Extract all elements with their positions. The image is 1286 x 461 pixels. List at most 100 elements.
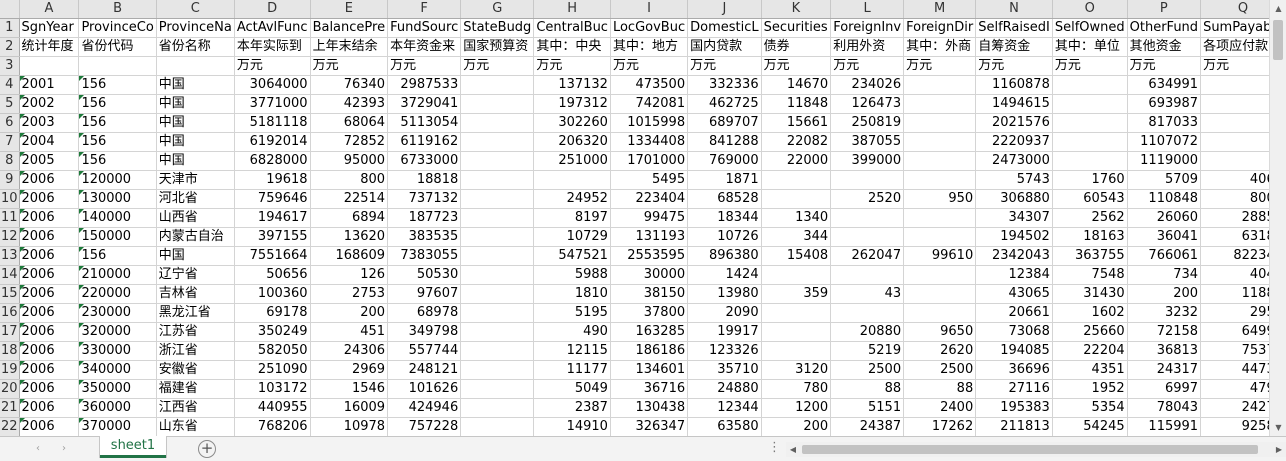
cell-p21[interactable]: 78043 <box>1127 398 1202 418</box>
cell-m13[interactable]: 99610 <box>903 246 977 266</box>
cell-e21[interactable]: 16009 <box>310 398 389 418</box>
cell-e8[interactable]: 95000 <box>310 151 389 171</box>
cell-e19[interactable]: 2969 <box>310 360 389 380</box>
cell-f3[interactable]: 万元 <box>387 56 462 76</box>
cell-a18[interactable]: 2006 <box>19 341 80 361</box>
cell-l12[interactable] <box>830 227 905 247</box>
cell-c20[interactable]: 福建省 <box>156 379 235 399</box>
cell-k2[interactable]: 债券 <box>761 37 832 57</box>
cell-n4[interactable]: 1160878 <box>975 75 1053 95</box>
cell-i12[interactable]: 131193 <box>610 227 689 247</box>
cell-p18[interactable]: 36813 <box>1127 341 1202 361</box>
cell-o10[interactable]: 60543 <box>1052 189 1128 209</box>
cell-n19[interactable]: 36696 <box>975 360 1053 380</box>
cell-e10[interactable]: 22514 <box>310 189 389 209</box>
row-header[interactable]: 4 <box>0 75 20 95</box>
cell-b22[interactable]: 370000 <box>78 417 157 436</box>
cell-n8[interactable]: 2473000 <box>975 151 1053 171</box>
select-all-corner[interactable] <box>0 0 20 19</box>
cell-k8[interactable]: 22000 <box>761 151 832 171</box>
cell-b1[interactable]: ProvinceCo <box>78 18 157 38</box>
cell-l6[interactable]: 250819 <box>830 113 905 133</box>
cell-o15[interactable]: 31430 <box>1052 284 1128 304</box>
row-header[interactable]: 9 <box>0 170 20 190</box>
row-header[interactable]: 13 <box>0 246 20 266</box>
cell-a3[interactable] <box>19 56 80 76</box>
cell-i7[interactable]: 1334408 <box>610 132 689 152</box>
row-header[interactable]: 21 <box>0 398 20 418</box>
cell-e11[interactable]: 6894 <box>310 208 389 228</box>
cell-d22[interactable]: 768206 <box>234 417 311 436</box>
cell-i10[interactable]: 223404 <box>610 189 689 209</box>
cell-c8[interactable]: 中国 <box>156 151 235 171</box>
cell-f5[interactable]: 3729041 <box>387 94 462 114</box>
cell-a11[interactable]: 2006 <box>19 208 80 228</box>
cell-i22[interactable]: 326347 <box>610 417 689 436</box>
cell-d10[interactable]: 759646 <box>234 189 311 209</box>
cell-p7[interactable]: 1107072 <box>1127 132 1202 152</box>
cell-b2[interactable]: 省份代码 <box>78 37 157 57</box>
cell-i21[interactable]: 130438 <box>610 398 689 418</box>
cell-m15[interactable] <box>903 284 977 304</box>
cell-k14[interactable] <box>761 265 832 285</box>
cell-j21[interactable]: 12344 <box>687 398 762 418</box>
cell-a13[interactable]: 2006 <box>19 246 80 266</box>
cell-m7[interactable] <box>903 132 977 152</box>
cell-g19[interactable] <box>460 360 535 380</box>
cell-k17[interactable] <box>761 322 832 342</box>
cell-j10[interactable]: 68528 <box>687 189 762 209</box>
cell-j7[interactable]: 841288 <box>687 132 762 152</box>
cell-l14[interactable] <box>830 265 905 285</box>
cell-b8[interactable]: 156 <box>78 151 157 171</box>
cell-k4[interactable]: 14670 <box>761 75 832 95</box>
cell-e4[interactable]: 76340 <box>310 75 389 95</box>
cell-b6[interactable]: 156 <box>78 113 157 133</box>
cell-f20[interactable]: 101626 <box>387 379 462 399</box>
cell-h12[interactable]: 10729 <box>533 227 611 247</box>
cell-o13[interactable]: 363755 <box>1052 246 1128 266</box>
cell-k10[interactable] <box>761 189 832 209</box>
cell-i1[interactable]: LocGovBuc <box>610 18 689 38</box>
cell-h8[interactable]: 251000 <box>533 151 611 171</box>
cell-m9[interactable] <box>903 170 977 190</box>
sheet-tab[interactable]: sheet1 <box>100 436 166 458</box>
cell-a5[interactable]: 2002 <box>19 94 80 114</box>
cell-c5[interactable]: 中国 <box>156 94 235 114</box>
cell-j12[interactable]: 10726 <box>687 227 762 247</box>
cell-e1[interactable]: BalancePre <box>310 18 389 38</box>
column-header-p[interactable]: P <box>1127 0 1202 19</box>
row-header[interactable]: 11 <box>0 208 20 228</box>
cell-n10[interactable]: 306880 <box>975 189 1053 209</box>
cell-g8[interactable] <box>460 151 535 171</box>
cell-o6[interactable] <box>1052 113 1128 133</box>
cell-f18[interactable]: 557744 <box>387 341 462 361</box>
cell-f15[interactable]: 97607 <box>387 284 462 304</box>
cell-b4[interactable]: 156 <box>78 75 157 95</box>
cell-l10[interactable]: 2520 <box>830 189 905 209</box>
cell-a21[interactable]: 2006 <box>19 398 80 418</box>
cell-e5[interactable]: 42393 <box>310 94 389 114</box>
cell-h13[interactable]: 547521 <box>533 246 611 266</box>
cell-o22[interactable]: 54245 <box>1052 417 1128 436</box>
cell-a2[interactable]: 统计年度 <box>19 37 80 57</box>
cell-d11[interactable]: 194617 <box>234 208 311 228</box>
cell-p1[interactable]: OtherFund <box>1127 18 1202 38</box>
cell-m19[interactable]: 2500 <box>903 360 977 380</box>
cell-f14[interactable]: 50530 <box>387 265 462 285</box>
cell-c12[interactable]: 内蒙古自治 <box>156 227 235 247</box>
cell-b18[interactable]: 330000 <box>78 341 157 361</box>
cell-d1[interactable]: ActAvlFunc <box>234 18 311 38</box>
cell-i13[interactable]: 2553595 <box>610 246 689 266</box>
cell-c2[interactable]: 省份名称 <box>156 37 235 57</box>
cell-g6[interactable] <box>460 113 535 133</box>
cell-m3[interactable]: 万元 <box>903 56 977 76</box>
cell-n1[interactable]: SelfRaisedI <box>975 18 1053 38</box>
cell-j13[interactable]: 896380 <box>687 246 762 266</box>
cell-h16[interactable]: 5195 <box>533 303 611 323</box>
cell-j15[interactable]: 13980 <box>687 284 762 304</box>
cell-g18[interactable] <box>460 341 535 361</box>
cell-p15[interactable]: 200 <box>1127 284 1202 304</box>
cell-k9[interactable] <box>761 170 832 190</box>
cell-j20[interactable]: 24880 <box>687 379 762 399</box>
cell-f4[interactable]: 2987533 <box>387 75 462 95</box>
